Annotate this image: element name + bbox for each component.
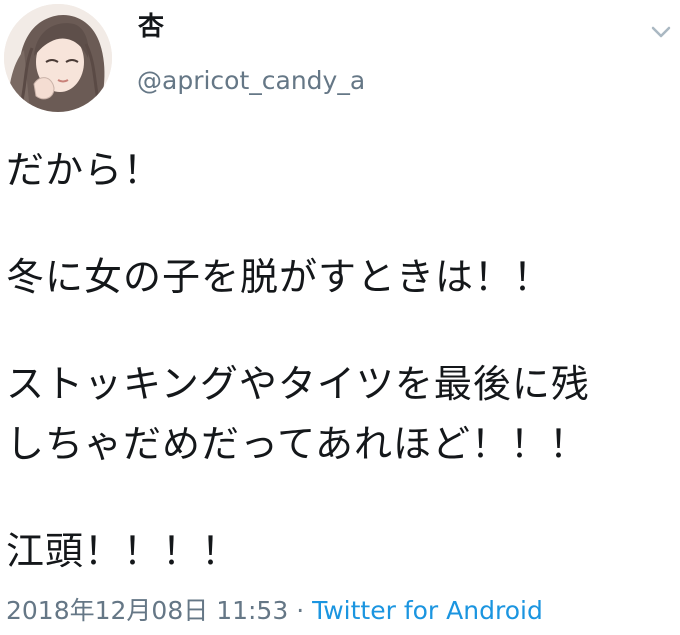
timestamp[interactable]: 2018年12月08日 11:53 xyxy=(6,596,288,625)
source-link[interactable]: Twitter for Android xyxy=(312,596,543,625)
avatar-illustration xyxy=(4,4,112,112)
tweet-line: 江頭！！！！ xyxy=(6,529,241,573)
tweet-line: 冬に女の子を脱がすときは！！ xyxy=(6,255,553,299)
tweet-line: だから！ xyxy=(6,148,163,192)
tweet-line: ストッキングやタイツを最後に残 xyxy=(6,362,590,406)
chevron-down-icon[interactable] xyxy=(650,24,672,40)
tweet-text: だから！ 冬に女の子を脱がすときは！！ ストッキングやタイツを最後に残 しちゃだ… xyxy=(6,140,676,581)
avatar[interactable] xyxy=(4,4,112,112)
footer-separator: · xyxy=(288,596,313,625)
display-name[interactable]: 杏 xyxy=(138,14,164,40)
user-handle[interactable]: @apricot_candy_a xyxy=(137,68,365,93)
tweet-line: しちゃだめだってあれほど！！！ xyxy=(6,422,588,466)
tweet-footer: 2018年12月08日 11:53 · Twitter for Android xyxy=(6,598,543,623)
tweet: 杏 @apricot_candy_a だから！ 冬に女の子を脱がすときは！！ ス… xyxy=(0,0,680,635)
